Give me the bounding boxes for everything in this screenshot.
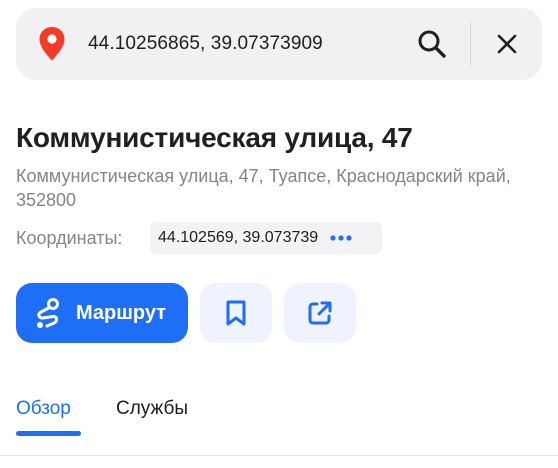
coordinates-value: 44.102569, 39.073739 <box>158 229 319 246</box>
tab-services[interactable]: Службы <box>116 398 188 420</box>
close-icon[interactable] <box>493 30 521 58</box>
active-tab-indicator <box>16 431 81 436</box>
route-icon <box>37 298 59 328</box>
bookmark-button[interactable] <box>200 283 272 343</box>
search-input[interactable]: 44.10256865, 39.07373909 <box>88 8 323 80</box>
place-address: Коммунистическая улица, 47, Туапсе, Крас… <box>16 166 511 210</box>
more-icon[interactable] <box>330 235 352 241</box>
coordinates-chip[interactable]: 44.102569, 39.073739 <box>150 222 382 254</box>
bookmark-icon <box>226 300 246 326</box>
tabs-divider <box>0 455 558 456</box>
share-icon <box>308 301 332 325</box>
place-title: Коммунистическая улица, 47 <box>16 122 413 153</box>
route-button-label: Маршрут <box>76 301 167 324</box>
search-icon[interactable] <box>416 28 448 60</box>
share-button[interactable] <box>284 283 356 343</box>
tab-overview[interactable]: Обзор <box>16 398 71 420</box>
route-button[interactable]: Маршрут <box>16 283 188 343</box>
location-pin-icon <box>39 27 65 61</box>
coordinates-label: Координаты: <box>16 228 123 248</box>
search-divider <box>470 22 471 66</box>
search-bar[interactable]: 44.10256865, 39.07373909 <box>16 8 542 80</box>
